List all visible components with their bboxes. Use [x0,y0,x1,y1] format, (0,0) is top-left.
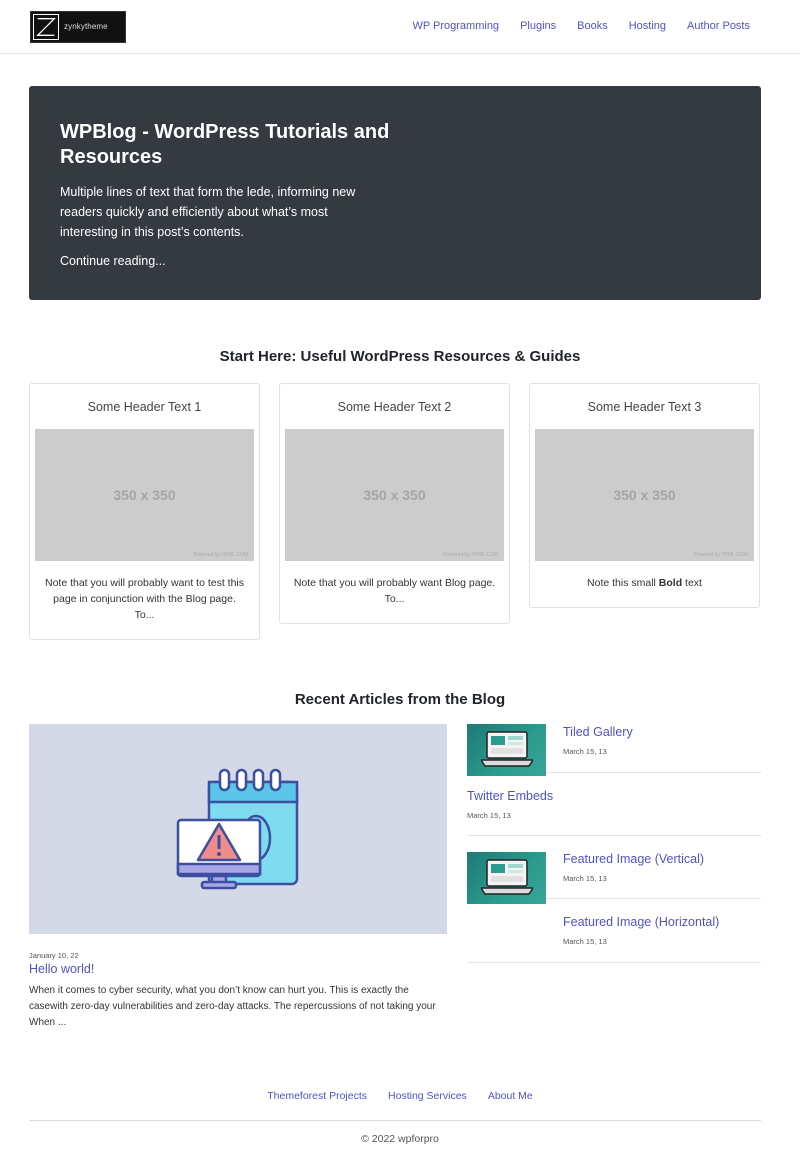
footer-divider [29,1120,761,1121]
blog-section-title: Recent Articles from the Blog [294,691,506,708]
footer-nav: Themeforest Projects Hosting Services Ab… [0,1090,800,1102]
placeholder-image: 350 x 350 Powered by HTML.COM [535,429,754,561]
footer-link-hosting-services[interactable]: Hosting Services [388,1090,467,1102]
side-post-title-link[interactable]: Twitter Embeds [467,789,553,803]
copyright-text: © 2022 wpforpro [361,1133,439,1145]
calendar-warning-illustration-icon [176,768,299,890]
featured-post-date: January 10, 22 [29,951,79,960]
resource-card-1: Some Header Text 1 350 x 350 Powered by … [29,383,260,640]
post-thumbnail[interactable] [467,724,546,776]
footer-link-themeforest-projects[interactable]: Themeforest Projects [267,1090,367,1102]
side-post-twitter-embeds: Twitter Embeds March 15, 13 [467,773,761,836]
side-post-date: March 15, 13 [563,747,607,756]
site-logo[interactable]: zynkytheme [30,11,126,43]
card-text-bold: Bold [658,577,683,589]
featured-post-image[interactable] [29,724,447,934]
placeholder-dimensions: 350 x 350 [613,487,676,503]
continue-reading-link[interactable]: Continue reading... [60,252,166,270]
placeholder-credit: Powered by HTML.COM [443,552,498,558]
nav-link-books[interactable]: Books [577,19,608,33]
side-post-title-link[interactable]: Featured Image (Horizontal) [563,915,719,929]
side-post-date: March 15, 13 [563,874,607,883]
card-text: Note that you will probably want Blog pa… [293,577,496,605]
card-text: Note this small Bold text [543,575,746,591]
card-header: Some Header Text 2 [337,400,452,414]
side-post-date: March 15, 13 [467,811,511,820]
resource-card-3: Some Header Text 3 350 x 350 Powered by … [529,383,760,608]
resources-title: Start Here: Useful WordPress Resources &… [219,348,581,365]
card-header: Some Header Text 3 [587,400,702,414]
nav-link-hosting[interactable]: Hosting [629,19,666,33]
placeholder-image: 350 x 350 Powered by HTML.COM [285,429,504,561]
laptop-icon [481,731,533,767]
hero-banner: WPBlog - WordPress Tutorials and Resourc… [29,86,761,300]
footer-link-about-me[interactable]: About Me [488,1090,533,1102]
placeholder-credit: Powered by HTML.COM [693,552,748,558]
placeholder-dimensions: 350 x 350 [363,487,426,503]
side-post-title-link[interactable]: Featured Image (Vertical) [563,852,704,866]
post-thumbnail[interactable] [467,852,546,904]
card-text: Note that you will probably want to test… [44,577,245,621]
hero-title: WPBlog - WordPress Tutorials and Resourc… [60,121,390,168]
nav-link-plugins[interactable]: Plugins [520,19,556,33]
card-text-start: Note this small [587,577,659,589]
side-post-featured-image-horizontal: Featured Image (Horizontal) March 15, 13 [467,899,761,963]
card-header: Some Header Text 1 [87,400,202,414]
featured-post-excerpt: When it comes to cyber security, what yo… [29,985,436,1028]
card-text-end: text [682,577,702,589]
side-post-featured-image-vertical: Featured Image (Vertical) March 15, 13 [467,852,761,904]
site-header: zynkytheme WP Programming Plugins Books … [0,0,800,54]
nav-link-wp-programming[interactable]: WP Programming [412,19,499,33]
side-post-title-link[interactable]: Tiled Gallery [563,725,633,739]
placeholder-credit: Powered by HTML.COM [193,552,248,558]
logo-z-icon [33,14,59,40]
main-nav: WP Programming Plugins Books Hosting Aut… [412,19,750,33]
nav-link-author-posts[interactable]: Author Posts [687,19,750,33]
resource-card-2: Some Header Text 2 350 x 350 Powered by … [279,383,510,624]
featured-post-title-link[interactable]: Hello world! [29,962,94,976]
laptop-icon [481,859,533,895]
hero-lede: Multiple lines of text that form the led… [60,185,356,239]
side-post-date: March 15, 13 [563,937,607,946]
side-post-tiled-gallery: Tiled Gallery March 15, 13 [467,724,761,776]
placeholder-dimensions: 350 x 350 [113,487,176,503]
placeholder-image: 350 x 350 Powered by HTML.COM [35,429,254,561]
logo-text: zynkytheme [64,22,108,31]
